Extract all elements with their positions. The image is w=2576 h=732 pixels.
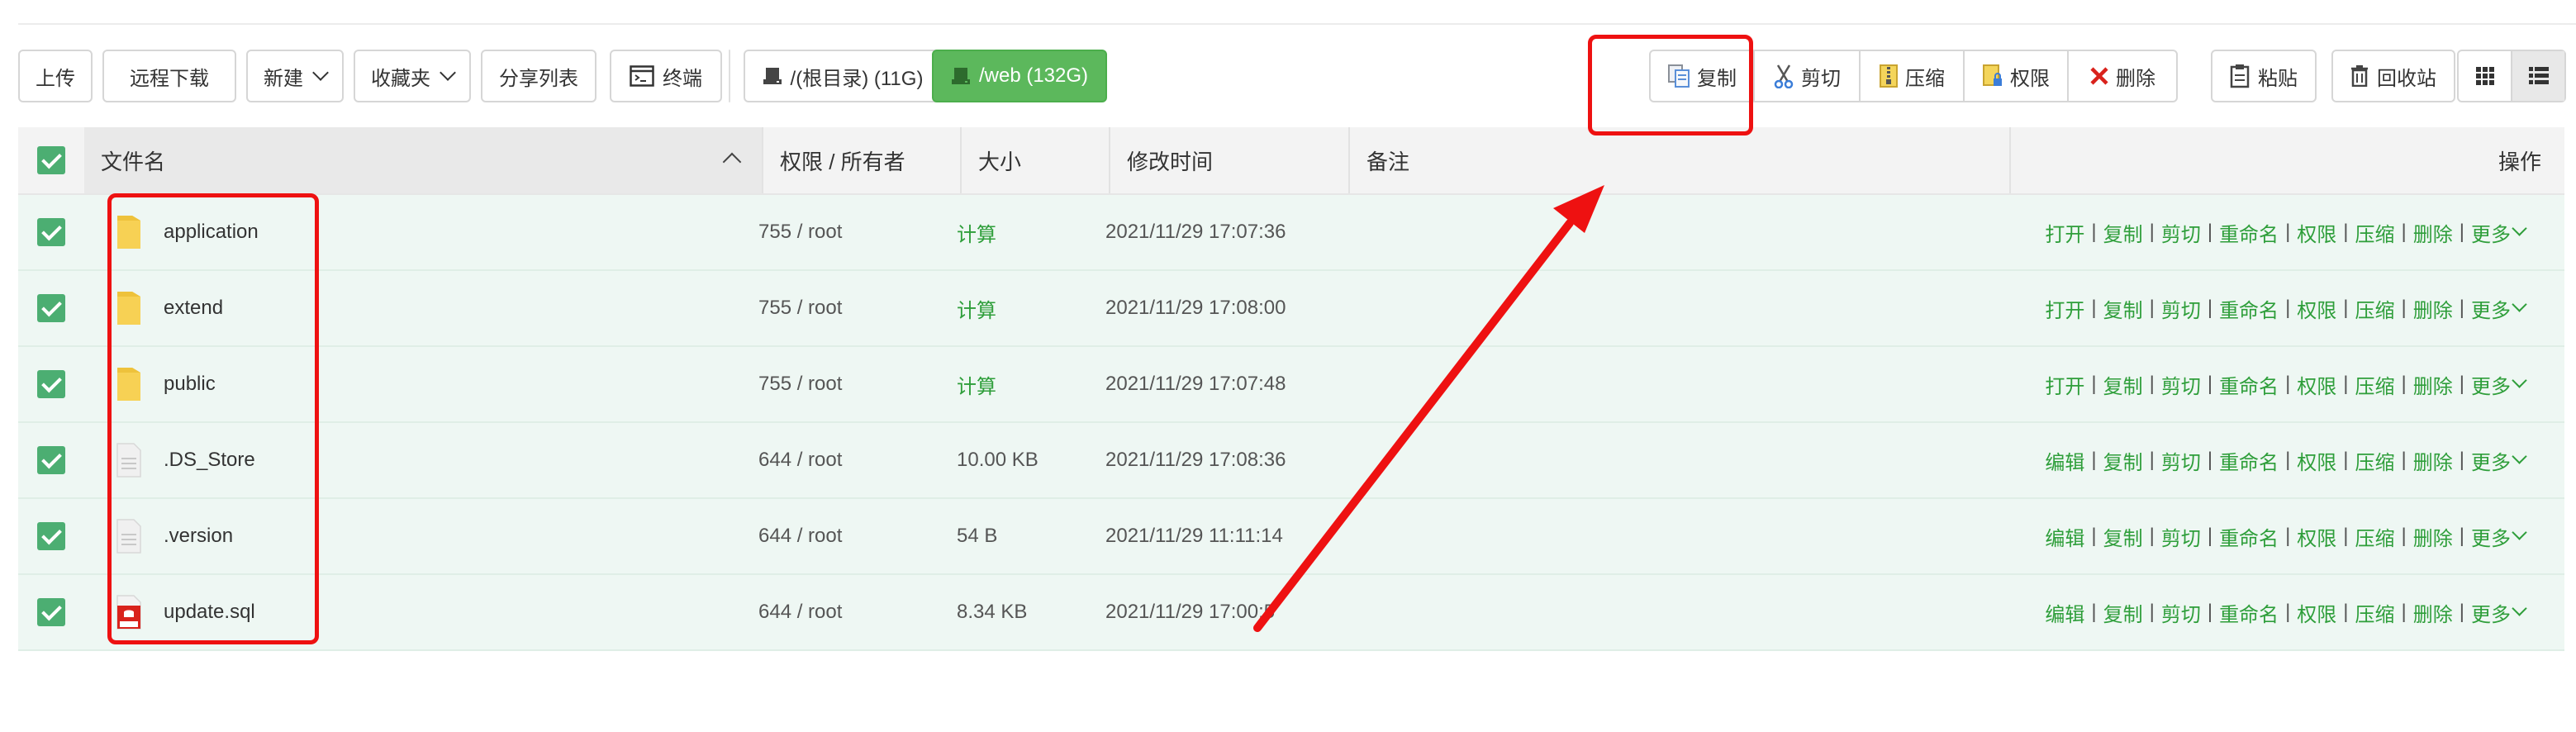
annotation-arrow bbox=[1253, 185, 1604, 632]
